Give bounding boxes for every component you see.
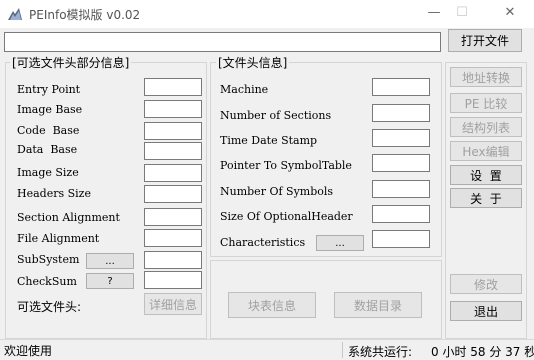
characteristics-button[interactable]: ... — [316, 235, 364, 251]
status-divider — [342, 342, 343, 358]
address-convert-button[interactable]: 地址转换 — [450, 67, 522, 87]
checksum-button[interactable]: ? — [86, 273, 134, 289]
checksum-field[interactable] — [144, 271, 202, 289]
hex-editor-button[interactable]: Hex编辑 — [450, 141, 522, 161]
characteristics-field[interactable] — [372, 230, 430, 248]
status-bar: 欢迎使用 系统共运行: 0 小时 58 分 37 秒 — [0, 339, 534, 359]
struct-list-button[interactable]: 结构列表 — [450, 117, 522, 137]
settings-button[interactable]: 设 置 — [450, 165, 522, 185]
modify-button[interactable]: 修改 — [450, 274, 522, 294]
code-base-label: Code Base — [17, 124, 80, 137]
subsystem-button[interactable]: ... — [86, 253, 134, 269]
minimize-icon: — — [427, 5, 441, 20]
subsystem-label: SubSystem — [17, 253, 80, 266]
section-alignment-label: Section Alignment — [17, 211, 120, 224]
machine-label: Machine — [220, 83, 269, 96]
pointer-to-symboltable-field[interactable] — [372, 154, 430, 172]
exit-button[interactable]: 退出 — [450, 301, 522, 321]
time-date-stamp-field[interactable] — [372, 129, 430, 147]
code-base-field[interactable] — [144, 122, 202, 140]
pointer-to-symboltable-label: Pointer To SymbolTable — [220, 159, 352, 172]
status-message: 欢迎使用 — [4, 344, 53, 358]
subsystem-field[interactable] — [144, 251, 202, 269]
data-directory-button[interactable]: 数据目录 — [334, 292, 422, 318]
file-alignment-field[interactable] — [144, 229, 202, 247]
image-base-field[interactable] — [144, 100, 202, 118]
block-table-button[interactable]: 块表信息 — [228, 292, 316, 318]
entry-point-field[interactable] — [144, 78, 202, 96]
close-icon: ✕ — [504, 5, 516, 20]
maximize-button[interactable]: ☐ — [442, 0, 482, 28]
headers-size-label: Headers Size — [17, 187, 91, 200]
machine-field[interactable] — [372, 78, 430, 96]
time-date-stamp-label: Time Date Stamp — [220, 134, 318, 147]
checksum-label: CheckSum — [17, 275, 77, 288]
data-base-label: Data Base — [17, 143, 78, 156]
number-of-symbols-field[interactable] — [372, 180, 430, 198]
entry-point-label: Entry Point — [17, 83, 81, 96]
close-button[interactable]: ✕ — [490, 0, 530, 28]
size-of-optionalheader-label: Size Of OptionalHeader — [220, 210, 353, 223]
about-button[interactable]: 关 于 — [450, 188, 522, 208]
optional-header-group-title: [可选文件头部分信息] — [10, 54, 132, 71]
open-file-button[interactable]: 打开文件 — [448, 29, 522, 52]
app-icon — [8, 8, 22, 20]
optional-header-label: 可选文件头: — [17, 300, 82, 314]
image-base-label: Image Base — [17, 103, 83, 116]
file-path-input[interactable] — [4, 32, 441, 52]
section-alignment-field[interactable] — [144, 208, 202, 226]
pe-compare-button[interactable]: PE 比较 — [450, 93, 522, 113]
number-of-sections-label: Number of Sections — [220, 109, 332, 122]
image-size-field[interactable] — [144, 164, 202, 182]
size-of-optionalheader-field[interactable] — [372, 205, 430, 223]
file-alignment-label: File Alignment — [17, 232, 100, 245]
number-of-symbols-label: Number Of Symbols — [220, 185, 334, 198]
number-of-sections-field[interactable] — [372, 104, 430, 122]
image-size-label: Image Size — [17, 166, 79, 179]
runtime-label: 系统共运行: — [348, 345, 413, 359]
characteristics-label: Characteristics — [220, 236, 306, 249]
runtime-value: 0 小时 58 分 37 秒 — [431, 345, 534, 359]
maximize-icon: ☐ — [456, 5, 468, 20]
title-bar: PEInfo模拟版 v0.02 — ☐ ✕ — [0, 0, 534, 28]
data-base-field[interactable] — [144, 142, 202, 160]
file-header-group-title: [文件头信息] — [216, 54, 290, 71]
headers-size-field[interactable] — [144, 185, 202, 203]
details-button[interactable]: 详细信息 — [144, 293, 202, 315]
window-title: PEInfo模拟版 v0.02 — [29, 8, 141, 22]
